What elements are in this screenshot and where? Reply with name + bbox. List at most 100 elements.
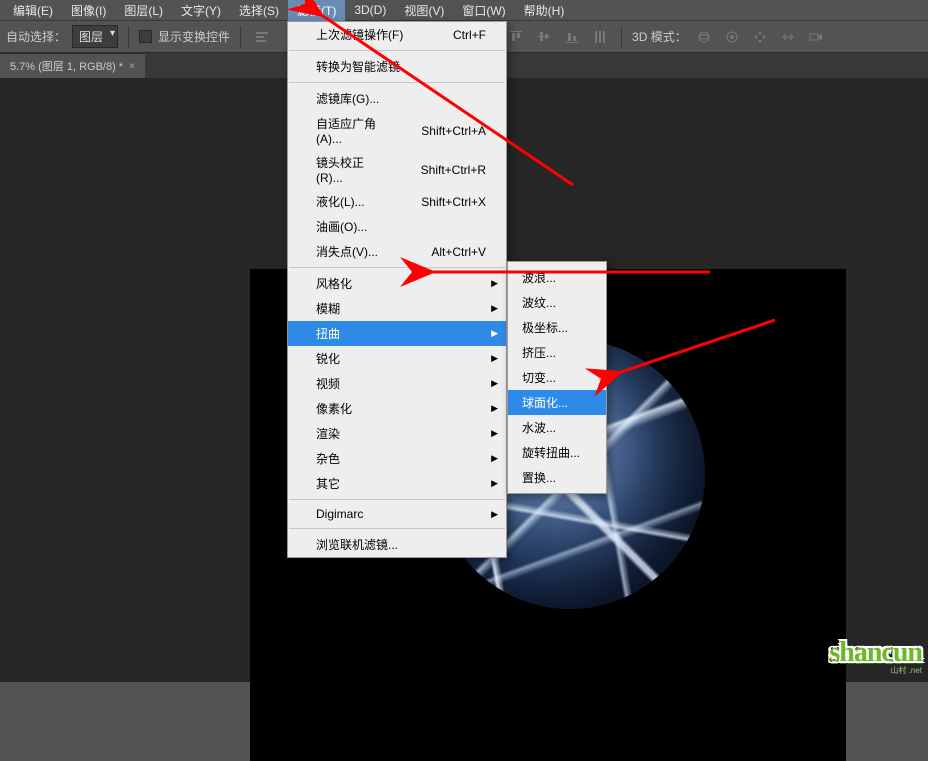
menu-liquify[interactable]: 液化(L)... Shift+Ctrl+X [288, 189, 506, 214]
show-transform-checkbox[interactable] [139, 30, 152, 43]
menu-item-label: 风格化 [316, 275, 352, 292]
document-tab[interactable]: 5.7% (图层 1, RGB/8) * × [0, 53, 145, 78]
submenu-arrow-icon: ▶ [491, 509, 498, 520]
toolbar-divider [128, 26, 129, 48]
filter-dropdown-menu: 上次滤镜操作(F) Ctrl+F 转换为智能滤镜 滤镜库(G)... 自适应广角… [287, 21, 507, 558]
submenu-arrow-icon: ▶ [491, 303, 498, 314]
menu-item-label: 像素化 [316, 400, 352, 417]
menu-item-label: 自适应广角(A)... [316, 115, 391, 146]
menu-separator [289, 50, 505, 51]
submenu-twirl[interactable]: 旋转扭曲... [508, 440, 606, 465]
menu-other[interactable]: 其它 ▶ [288, 471, 506, 496]
menu-view[interactable]: 视图(V) [395, 0, 453, 21]
menu-item-label: 转换为智能滤镜 [316, 58, 400, 75]
submenu-arrow-icon: ▶ [491, 478, 498, 489]
menu-item-label: 渲染 [316, 425, 340, 442]
menu-3d[interactable]: 3D(D) [345, 1, 395, 19]
submenu-arrow-icon: ▶ [491, 328, 498, 339]
menu-vanishing-point[interactable]: 消失点(V)... Alt+Ctrl+V [288, 239, 506, 264]
submenu-arrow-icon: ▶ [491, 378, 498, 389]
menu-window[interactable]: 窗口(W) [453, 0, 514, 21]
menu-digimarc[interactable]: Digimarc ▶ [288, 503, 506, 525]
menu-item-label: 扭曲 [316, 325, 340, 342]
menu-item-label: 消失点(V)... [316, 243, 378, 260]
menu-separator [289, 82, 505, 83]
layer-select-dropdown[interactable]: 图层 [72, 25, 118, 48]
submenu-wave[interactable]: 波浪... [508, 265, 606, 290]
menu-lens-correction[interactable]: 镜头校正(R)... Shift+Ctrl+R [288, 150, 506, 189]
menu-filter[interactable]: 滤镜(T) [288, 0, 345, 21]
menu-distort[interactable]: 扭曲 ▶ [288, 321, 506, 346]
menu-item-label: 浏览联机滤镜... [316, 536, 398, 553]
submenu-pinch[interactable]: 挤压... [508, 340, 606, 365]
align-top-icon[interactable] [505, 26, 527, 48]
menu-item-label: 油画(O)... [316, 218, 367, 235]
menu-item-label: 模糊 [316, 300, 340, 317]
menu-image[interactable]: 图像(I) [62, 0, 115, 21]
auto-select-label: 自动选择： [6, 28, 66, 45]
menu-separator [289, 499, 505, 500]
submenu-spherize[interactable]: 球面化... [508, 390, 606, 415]
menu-separator [289, 528, 505, 529]
menu-item-label: 镜头校正(R)... [316, 154, 391, 185]
menu-item-label: Digimarc [316, 507, 363, 521]
menu-select[interactable]: 选择(S) [230, 0, 288, 21]
menu-layer[interactable]: 图层(L) [115, 0, 172, 21]
submenu-polar[interactable]: 极坐标... [508, 315, 606, 340]
menu-item-shortcut: Ctrl+F [453, 28, 486, 42]
menu-last-filter[interactable]: 上次滤镜操作(F) Ctrl+F [288, 22, 506, 47]
menu-item-shortcut: Shift+Ctrl+X [421, 195, 486, 209]
submenu-arrow-icon: ▶ [491, 428, 498, 439]
menu-blur[interactable]: 模糊 ▶ [288, 296, 506, 321]
menu-sharpen[interactable]: 锐化 ▶ [288, 346, 506, 371]
submenu-arrow-icon: ▶ [491, 403, 498, 414]
submenu-arrow-icon: ▶ [491, 278, 498, 289]
distort-submenu: 波浪... 波纹... 极坐标... 挤压... 切变... 球面化... 水波… [507, 261, 607, 494]
menu-item-shortcut: Alt+Ctrl+V [431, 245, 486, 259]
menu-bar: 编辑(E) 图像(I) 图层(L) 文字(Y) 选择(S) 滤镜(T) 3D(D… [0, 0, 928, 21]
menu-edit[interactable]: 编辑(E) [4, 0, 62, 21]
toolbar-divider [621, 26, 622, 48]
menu-oil-paint[interactable]: 油画(O)... [288, 214, 506, 239]
submenu-zigzag[interactable]: 水波... [508, 415, 606, 440]
menu-render[interactable]: 渲染 ▶ [288, 421, 506, 446]
submenu-ripple[interactable]: 波纹... [508, 290, 606, 315]
menu-stylize[interactable]: 风格化 ▶ [288, 271, 506, 296]
menu-type[interactable]: 文字(Y) [172, 0, 230, 21]
menu-item-label: 液化(L)... [316, 193, 365, 210]
submenu-displace[interactable]: 置换... [508, 465, 606, 490]
toolbar-divider [240, 26, 241, 48]
align-vcenter-icon[interactable] [533, 26, 555, 48]
align-icon[interactable] [251, 26, 273, 48]
submenu-shear[interactable]: 切变... [508, 365, 606, 390]
camera-icon[interactable] [805, 26, 827, 48]
tab-title: 5.7% (图层 1, RGB/8) * [10, 58, 123, 74]
close-icon[interactable]: × [129, 61, 135, 72]
menu-filter-gallery[interactable]: 滤镜库(G)... [288, 86, 506, 111]
menu-separator [289, 267, 505, 268]
menu-pixelate[interactable]: 像素化 ▶ [288, 396, 506, 421]
menu-adaptive-wide-angle[interactable]: 自适应广角(A)... Shift+Ctrl+A [288, 111, 506, 150]
slide-icon[interactable] [777, 26, 799, 48]
menu-item-shortcut: Shift+Ctrl+A [421, 124, 486, 138]
menu-item-label: 杂色 [316, 450, 340, 467]
mode-3d-label: 3D 模式： [632, 28, 687, 45]
menu-item-label: 其它 [316, 475, 340, 492]
submenu-arrow-icon: ▶ [491, 353, 498, 364]
menu-browse-online-filters[interactable]: 浏览联机滤镜... [288, 532, 506, 557]
roll-icon[interactable] [721, 26, 743, 48]
menu-noise[interactable]: 杂色 ▶ [288, 446, 506, 471]
menu-item-label: 滤镜库(G)... [316, 90, 379, 107]
distribute-icon[interactable] [589, 26, 611, 48]
menu-help[interactable]: 帮助(H) [515, 0, 574, 21]
menu-convert-smart-filter[interactable]: 转换为智能滤镜 [288, 54, 506, 79]
menu-item-label: 锐化 [316, 350, 340, 367]
pan-icon[interactable] [749, 26, 771, 48]
menu-item-label: 视频 [316, 375, 340, 392]
align-bottom-icon[interactable] [561, 26, 583, 48]
orbit-icon[interactable] [693, 26, 715, 48]
submenu-arrow-icon: ▶ [491, 453, 498, 464]
menu-video[interactable]: 视频 ▶ [288, 371, 506, 396]
menu-item-shortcut: Shift+Ctrl+R [421, 163, 486, 177]
show-transform-label: 显示变换控件 [158, 28, 230, 45]
